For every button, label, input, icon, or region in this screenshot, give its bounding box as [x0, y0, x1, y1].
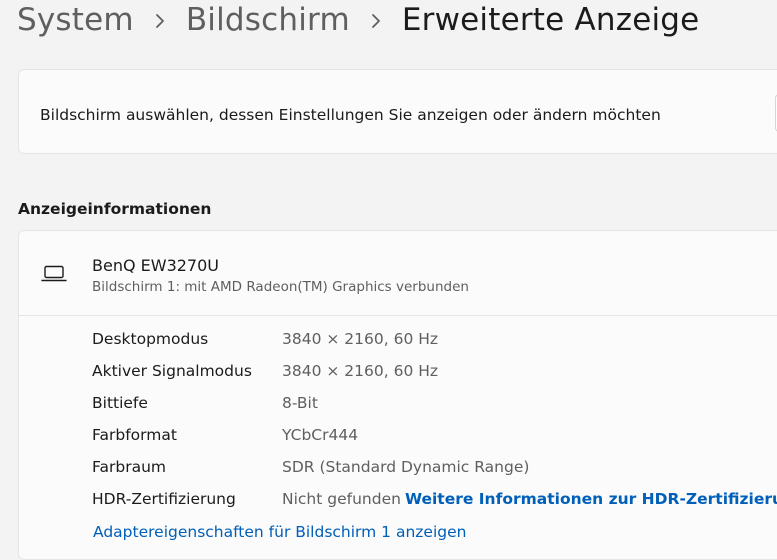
- chevron-right-icon: [134, 11, 186, 30]
- laptop-icon: [41, 265, 67, 287]
- breadcrumb: System Bildschirm Erweiterte Anzeige: [17, 2, 699, 38]
- info-label: Bittiefe: [92, 394, 148, 412]
- info-value: 3840 × 2160, 60 Hz: [282, 330, 439, 348]
- adapter-properties-link[interactable]: Adaptereigenschaften für Bildschirm 1 an…: [93, 523, 466, 541]
- breadcrumb-bildschirm[interactable]: Bildschirm: [186, 2, 350, 38]
- monitor-name: BenQ EW3270U: [92, 256, 219, 275]
- info-label: Farbformat: [92, 426, 177, 444]
- select-display-label: Bildschirm auswählen, dessen Einstellung…: [40, 106, 661, 124]
- info-label: Desktopmodus: [92, 330, 209, 348]
- divider: [19, 315, 777, 316]
- section-title-display-info: Anzeigeinformationen: [18, 200, 212, 218]
- display-info-card: BenQ EW3270U Bildschirm 1: mit AMD Radeo…: [18, 230, 777, 560]
- info-label: HDR-Zertifizierung: [92, 490, 236, 508]
- info-value: 8-Bit: [282, 394, 318, 412]
- info-value: YCbCr444: [282, 426, 359, 444]
- hdr-status: Nicht gefunden: [282, 490, 401, 508]
- info-value: Nicht gefunden Weitere Informationen zur …: [282, 490, 777, 508]
- monitor-header[interactable]: BenQ EW3270U Bildschirm 1: mit AMD Radeo…: [19, 231, 777, 315]
- select-display-card: Bildschirm auswählen, dessen Einstellung…: [18, 69, 777, 154]
- info-label: Farbraum: [92, 458, 166, 476]
- info-value: 3840 × 2160, 60 Hz: [282, 362, 439, 380]
- monitor-subtitle: Bildschirm 1: mit AMD Radeon(TM) Graphic…: [92, 279, 469, 295]
- info-value: SDR (Standard Dynamic Range): [282, 458, 530, 476]
- breadcrumb-system[interactable]: System: [17, 2, 134, 38]
- page-title: Erweiterte Anzeige: [401, 2, 700, 38]
- hdr-info-link[interactable]: Weitere Informationen zur HDR-Zertifizie…: [405, 490, 777, 508]
- chevron-right-icon: [350, 11, 402, 30]
- info-label: Aktiver Signalmodus: [92, 362, 252, 380]
